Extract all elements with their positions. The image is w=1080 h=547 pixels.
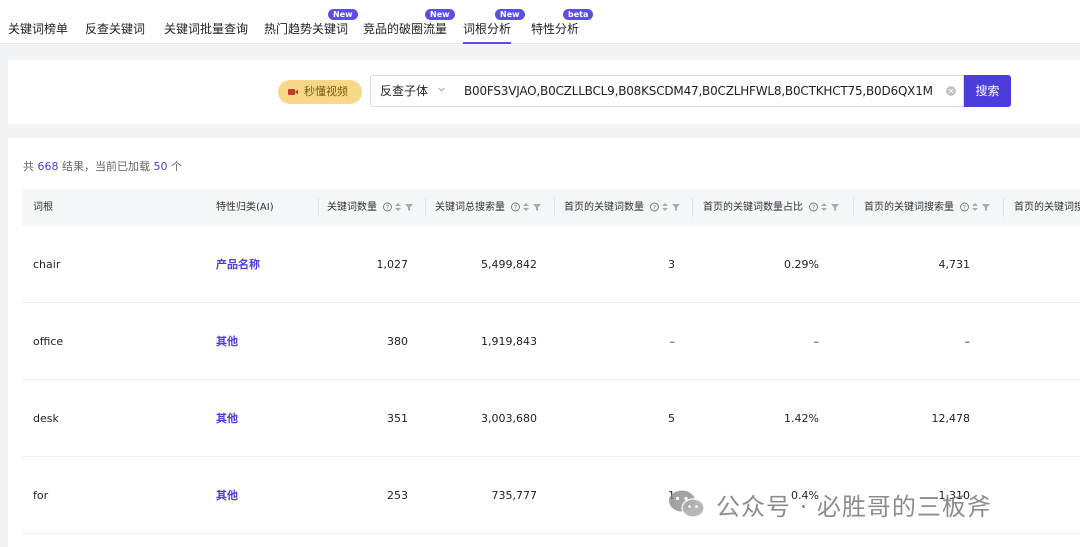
category-tag[interactable]: 其他: [216, 457, 238, 534]
svg-text:?: ?: [812, 205, 815, 212]
total-count: 668: [37, 160, 59, 173]
svg-text:?: ?: [514, 205, 517, 212]
chevron-down-icon: [438, 87, 445, 92]
table-row[interactable]: desk 其他 351 3,003,680 5 1.42% 12,478: [22, 380, 1080, 457]
category-tag[interactable]: 产品名称: [216, 226, 260, 303]
table-row[interactable]: chair 产品名称 1,027 5,499,842 3 0.29% 4,731: [22, 226, 1080, 303]
video-camera-icon: [288, 89, 298, 95]
sort-filter-icon[interactable]: ?: [511, 202, 543, 212]
beta-badge: beta: [563, 9, 594, 20]
col-kw-count: 关键词数量 ?: [327, 189, 415, 226]
col-root: 词根: [33, 202, 53, 213]
top-nav: 关键词榜单 反查关键词 关键词批量查询 热门趋势关键词 New 竞品的破圈流量 …: [0, 0, 1080, 44]
search-button[interactable]: 搜索: [964, 75, 1011, 107]
col-category: 特性归类(AI): [216, 202, 274, 213]
svg-text:?: ?: [963, 205, 966, 212]
col-home-kw-search: 首页的关键词搜索量 ?: [864, 189, 992, 226]
loaded-count: 50: [153, 160, 168, 173]
sort-filter-icon[interactable]: ?: [383, 202, 415, 212]
tab-feature-analysis[interactable]: 特性分析 beta: [531, 9, 594, 37]
tab-reverse-keyword[interactable]: 反查关键词: [85, 20, 145, 37]
results-summary: 共 668 结果，当前已加载 50 个: [23, 160, 182, 173]
results-panel: 共 668 结果，当前已加载 50 个 词根 特性归类(AI) 关键词数量 ? …: [8, 138, 1080, 547]
col-home-kw-ratio: 首页的关键词数量占比 ?: [703, 189, 841, 226]
svg-text:?: ?: [386, 205, 389, 212]
asin-search-input[interactable]: B00FS3VJAO,B0CZLLBCL9,B08KSCDM47,B0CZLHF…: [454, 75, 964, 107]
search-mode-select[interactable]: 反查子体: [370, 75, 455, 107]
table-row[interactable]: for 其他 253 735,777 1 0.4% 1,310: [22, 457, 1080, 534]
sort-filter-icon[interactable]: ?: [650, 202, 682, 212]
table-header: 词根 特性归类(AI) 关键词数量 ? 关键词总搜索量 ? 首页的关键词数量 ?…: [22, 189, 1080, 226]
col-total-search: 关键词总搜索量 ?: [435, 189, 543, 226]
tab-trending-keywords[interactable]: 热门趋势关键词 New: [264, 9, 358, 37]
new-badge: New: [495, 9, 525, 20]
tab-competitor-traffic[interactable]: 竞品的破圈流量 New: [363, 9, 455, 37]
sort-filter-icon[interactable]: ?: [960, 202, 992, 212]
tab-batch-query[interactable]: 关键词批量查询: [164, 20, 248, 37]
col-home-kw-count: 首页的关键词数量 ?: [564, 189, 682, 226]
tab-root-analysis[interactable]: 词根分析 New: [463, 9, 525, 44]
video-guide-button[interactable]: 秒懂视频: [278, 80, 362, 104]
clear-icon[interactable]: [946, 86, 956, 96]
active-tab-indicator: [463, 42, 512, 44]
col-home-kw-search-extra: 首页的关键词搜: [1014, 202, 1080, 213]
new-badge: New: [328, 9, 358, 20]
new-badge: New: [425, 9, 455, 20]
category-tag[interactable]: 其他: [216, 380, 238, 457]
table-row[interactable]: office 其他 380 1,919,843 – – –: [22, 303, 1080, 380]
sort-filter-icon[interactable]: ?: [809, 202, 841, 212]
svg-text:?: ?: [653, 205, 656, 212]
search-bar: 秒懂视频 反查子体 B00FS3VJAO,B0CZLLBCL9,B08KSCDM…: [8, 60, 1080, 124]
category-tag[interactable]: 其他: [216, 303, 238, 380]
tab-keyword-ranking[interactable]: 关键词榜单: [8, 20, 68, 37]
